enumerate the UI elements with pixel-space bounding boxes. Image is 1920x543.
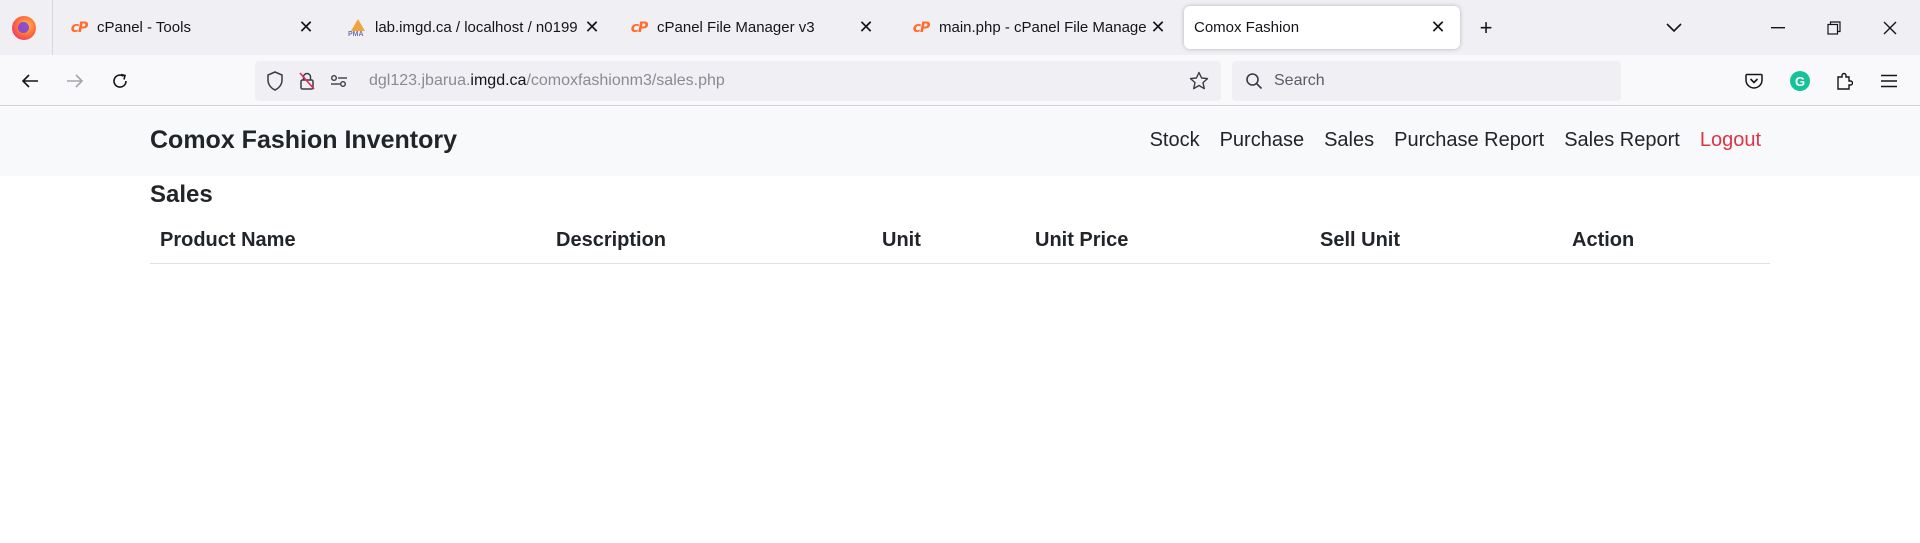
tab-title: main.php - cPanel File Manager: [939, 19, 1146, 36]
menu-sales-link[interactable]: Sales: [1324, 129, 1374, 152]
tab-title: cPanel - Tools: [97, 19, 191, 36]
minimize-icon[interactable]: [1764, 14, 1792, 42]
url-text[interactable]: dgl123.jbarua.imgd.ca/comoxfashionm3/sal…: [369, 72, 725, 90]
column-header-description: Description: [556, 229, 667, 251]
navigation-toolbar: dgl123.jbarua.imgd.ca/comoxfashionm3/sal…: [0, 55, 1920, 106]
tab-title: Comox Fashion: [1194, 19, 1300, 36]
column-header-product-name: Product Name: [160, 229, 296, 251]
column-header-unit-price: Unit Price: [1035, 229, 1129, 251]
menu-purchase-report-link[interactable]: Purchase Report: [1394, 129, 1544, 152]
column-header-sell-unit: Sell Unit: [1320, 229, 1401, 251]
shield-icon[interactable]: [263, 69, 287, 93]
tab-file-manager[interactable]: cP cPanel File Manager v3 ✕: [616, 6, 888, 49]
close-icon[interactable]: ✕: [580, 16, 604, 40]
back-arrow-icon[interactable]: [15, 66, 45, 96]
address-bar[interactable]: dgl123.jbarua.imgd.ca/comoxfashionm3/sal…: [255, 61, 1221, 101]
app-menu-hamburger-icon[interactable]: [1874, 66, 1904, 96]
site-navbar: Comox Fashion Inventory Stock Purchase S…: [0, 107, 1920, 176]
column-header-unit: Unit: [882, 229, 921, 251]
tab-comox-fashion[interactable]: Comox Fashion ✕: [1184, 6, 1460, 49]
cpanel-icon: cP: [912, 19, 931, 36]
cpanel-icon: cP: [70, 19, 89, 36]
firefox-logo-icon[interactable]: [12, 16, 36, 40]
close-icon[interactable]: ✕: [854, 16, 878, 40]
close-window-icon[interactable]: [1876, 14, 1904, 42]
search-placeholder: Search: [1274, 72, 1325, 89]
insecure-lock-icon[interactable]: [295, 69, 319, 93]
menu-purchase-link[interactable]: Purchase: [1220, 129, 1305, 152]
cpanel-icon: cP: [630, 19, 649, 36]
sales-table: Product Name Description Unit Unit Price…: [150, 222, 1770, 264]
grammarly-icon[interactable]: G: [1785, 66, 1815, 96]
tab-strip: cP cPanel - Tools ✕ PMA lab.imgd.ca / lo…: [0, 0, 1920, 55]
close-icon[interactable]: ✕: [1426, 16, 1450, 40]
menu-logout-link[interactable]: Logout: [1700, 129, 1761, 152]
tab-cpanel-tools[interactable]: cP cPanel - Tools ✕: [56, 6, 328, 49]
page-title: Sales: [150, 181, 213, 208]
bookmark-star-icon[interactable]: [1187, 69, 1211, 93]
close-icon[interactable]: ✕: [294, 16, 318, 40]
tab-main-php[interactable]: cP main.php - cPanel File Manager ✕: [898, 6, 1172, 49]
tab-title: lab.imgd.ca / localhost / n0199: [375, 19, 578, 36]
menu-sales-report-link[interactable]: Sales Report: [1564, 129, 1680, 152]
tab-separator: [52, 0, 53, 55]
column-header-action: Action: [1572, 229, 1635, 251]
site-permissions-icon[interactable]: [327, 69, 351, 93]
pocket-icon[interactable]: [1739, 66, 1769, 96]
tab-title: cPanel File Manager v3: [657, 19, 815, 36]
list-tabs-chevron-icon[interactable]: [1660, 14, 1688, 42]
close-icon[interactable]: ✕: [1146, 16, 1170, 40]
new-tab-plus-icon[interactable]: +: [1472, 14, 1500, 42]
restore-icon[interactable]: [1820, 14, 1848, 42]
search-bar[interactable]: Search: [1232, 61, 1621, 101]
reload-icon[interactable]: [105, 66, 135, 96]
url-path: /comoxfashionm3/sales.php: [526, 72, 725, 89]
menu-stock-link[interactable]: Stock: [1150, 129, 1200, 152]
url-domain: imgd.ca: [470, 72, 527, 89]
url-prefix: dgl123.jbarua.: [369, 72, 471, 89]
extensions-puzzle-icon[interactable]: [1829, 66, 1859, 96]
search-icon: [1244, 71, 1264, 91]
site-menu: Stock Purchase Sales Purchase Report Sal…: [1130, 129, 1761, 152]
tab-phpmyadmin[interactable]: PMA lab.imgd.ca / localhost / n0199 ✕: [334, 6, 606, 49]
forward-arrow-icon[interactable]: [60, 66, 90, 96]
phpmyadmin-icon: PMA: [348, 18, 366, 38]
site-brand[interactable]: Comox Fashion Inventory: [150, 126, 457, 155]
